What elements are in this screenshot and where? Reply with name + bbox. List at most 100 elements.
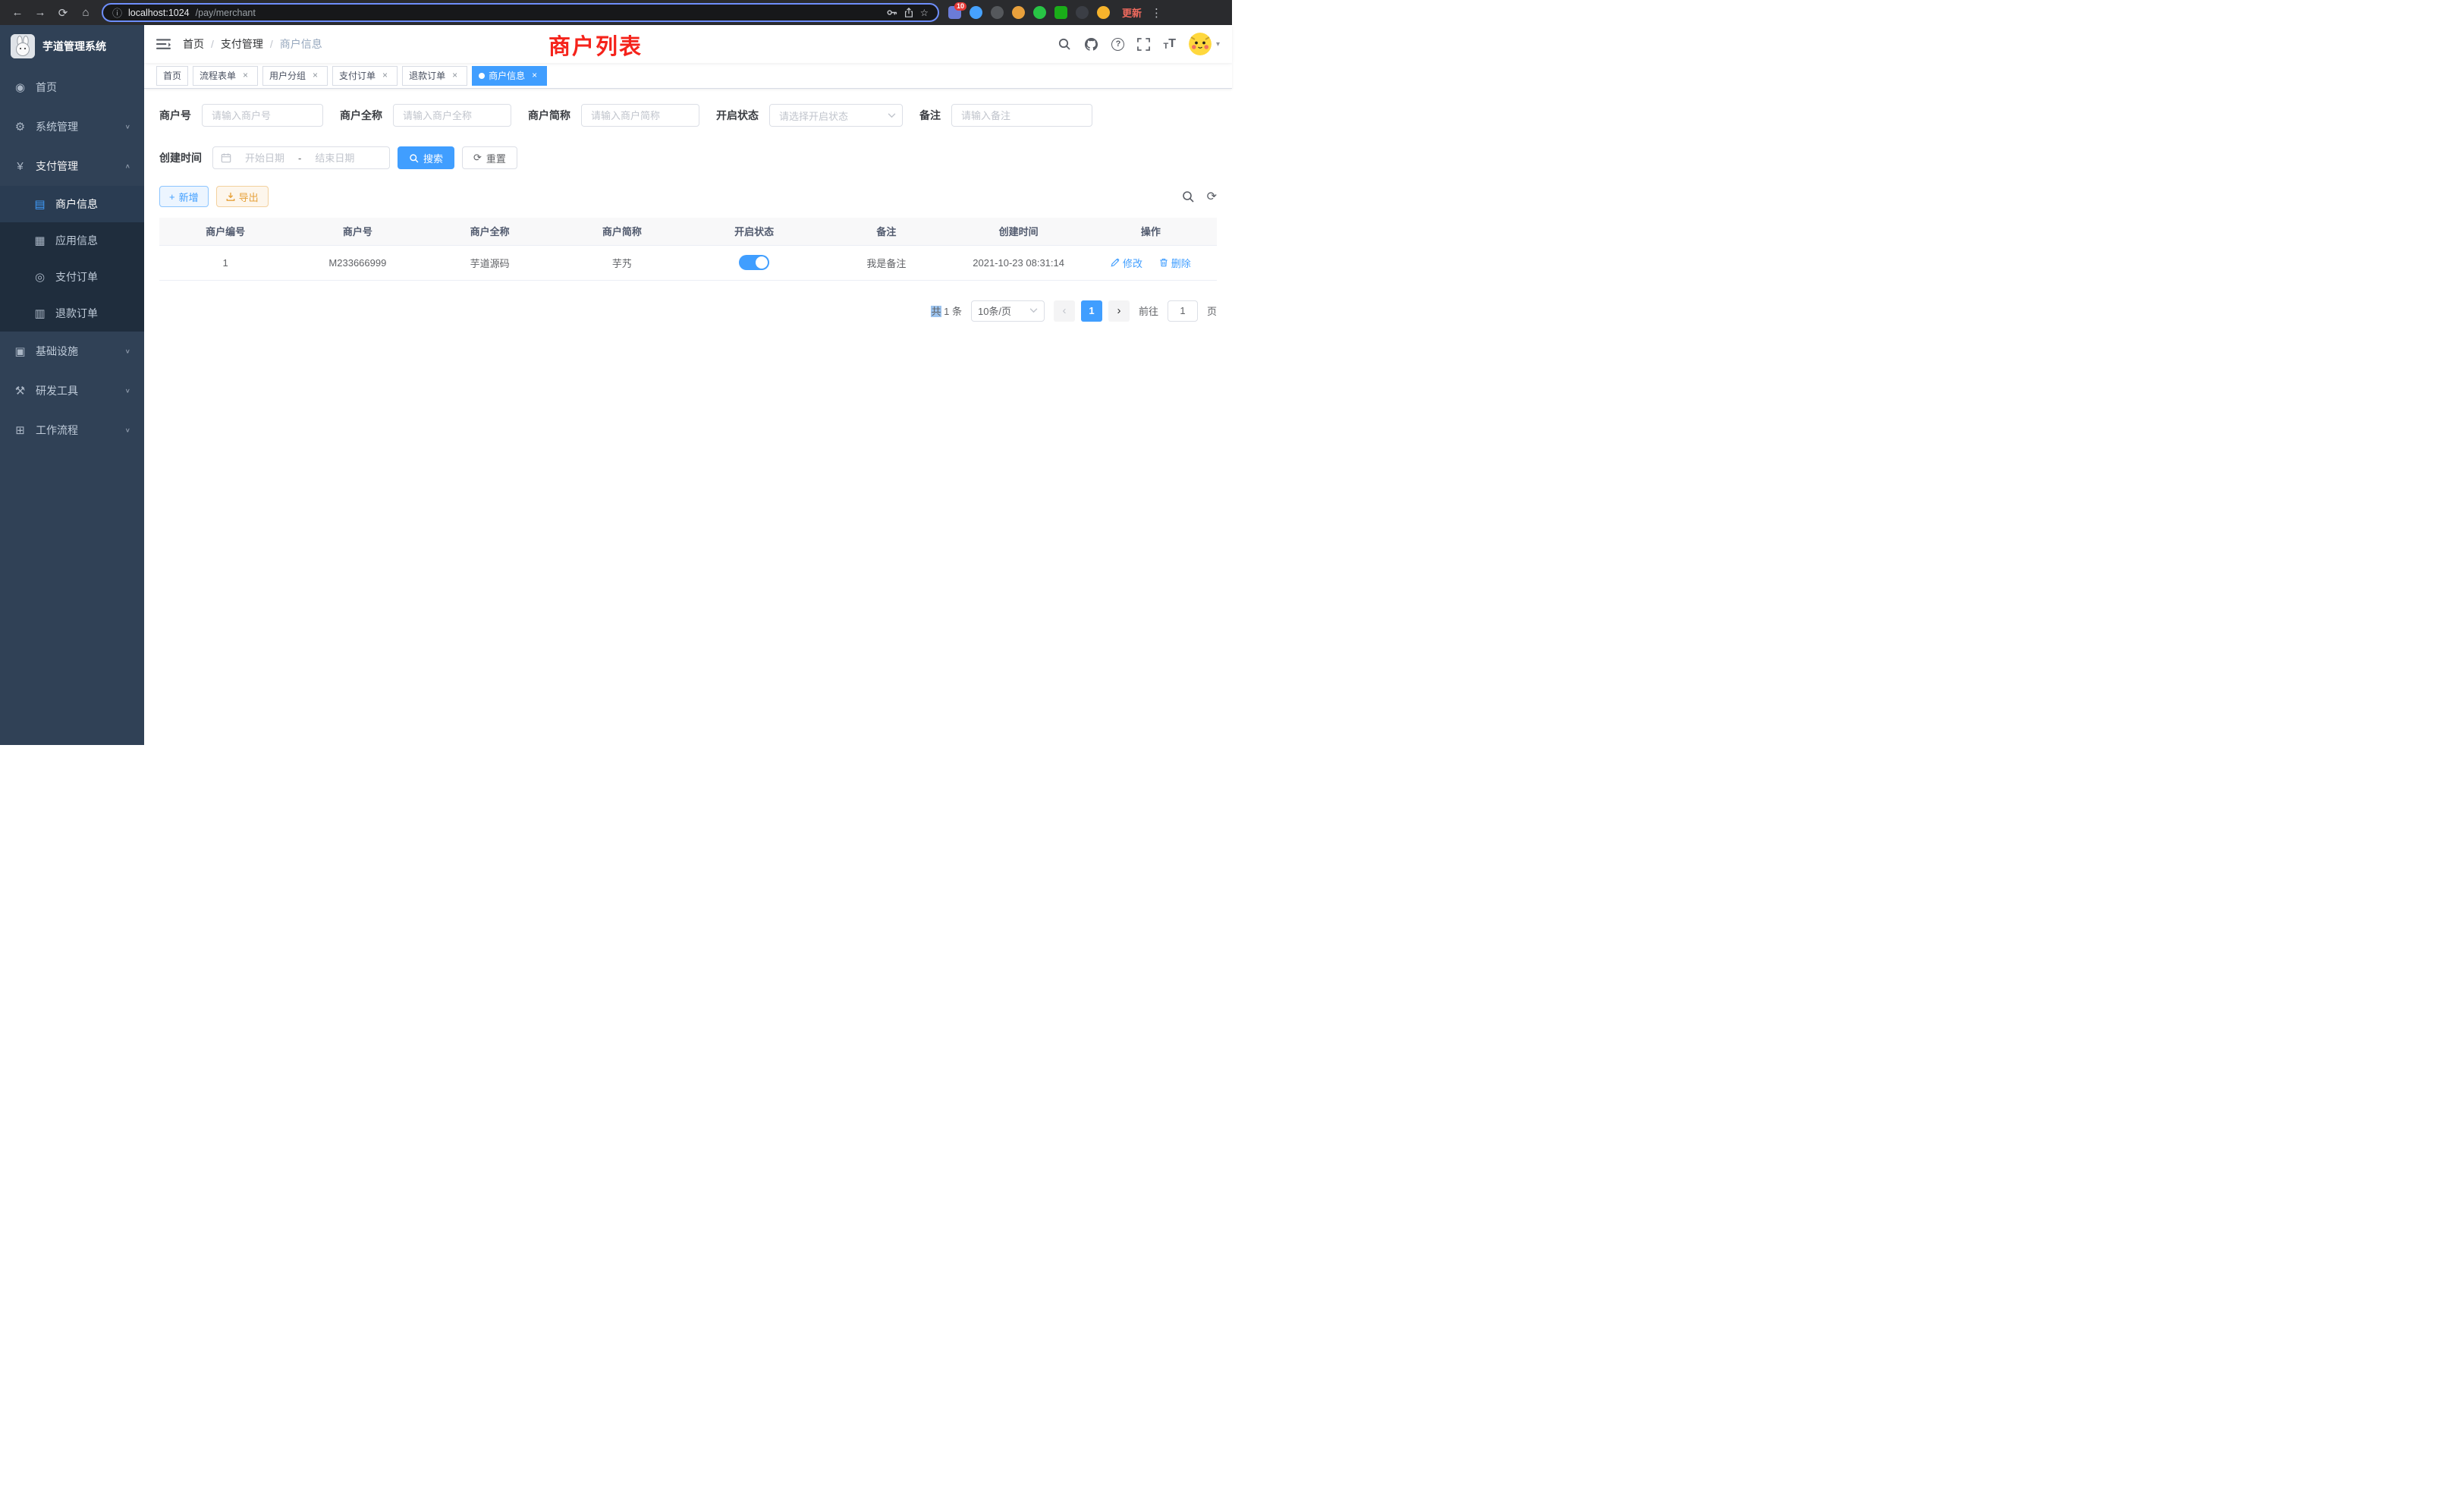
close-icon[interactable]: × [449, 70, 460, 81]
sidebar-item-workflow[interactable]: ⊞ 工作流程 ∨ [0, 410, 144, 450]
sidebar-item-payment[interactable]: ¥ 支付管理 ∧ [0, 146, 144, 186]
sidebar-item-infrastructure[interactable]: ▣ 基础设施 ∨ [0, 332, 144, 371]
refund-icon: ▥ [33, 306, 46, 320]
tab-user-group[interactable]: 用户分组 × [262, 66, 328, 86]
col-create-time: 创建时间 [953, 218, 1085, 245]
cell-merchant-no: M233666999 [291, 245, 423, 280]
field-short-name: 商户简称 [528, 104, 699, 127]
sidebar-item-refund-order[interactable]: ▥ 退款订单 [0, 295, 144, 332]
pagination-total-selected: 共 [931, 306, 941, 317]
page: ← → ⟳ ⌂ ⓘ localhost:1024/pay/merchant ☆ … [0, 0, 1232, 745]
password-key-icon[interactable] [886, 7, 897, 18]
field-label: 创建时间 [159, 150, 202, 165]
browser-reload-icon[interactable]: ⟳ [52, 2, 74, 24]
search-icon[interactable] [1058, 37, 1071, 51]
chevron-up-icon: ∧ [125, 163, 130, 170]
user-avatar-menu[interactable]: ▾ [1189, 33, 1220, 55]
sidebar-item-pay-order[interactable]: ◎ 支付订单 [0, 259, 144, 295]
page-unit-label: 页 [1207, 303, 1217, 318]
export-button[interactable]: 导出 [216, 186, 269, 207]
extension-icon[interactable] [1054, 6, 1067, 19]
tags-view: 首页 流程表单 × 用户分组 × 支付订单 × 退款订单 × [144, 63, 1232, 89]
browser-forward-icon[interactable]: → [29, 2, 52, 24]
tab-pay-order[interactable]: 支付订单 × [332, 66, 398, 86]
navbar-right: ? TT ▾ [1058, 33, 1220, 55]
extension-icon[interactable]: 10 [948, 6, 961, 19]
active-dot [479, 73, 485, 79]
tab-merchant-info[interactable]: 商户信息 × [472, 66, 547, 86]
start-date-input[interactable] [236, 152, 294, 164]
extension-icon[interactable] [1076, 6, 1089, 19]
delete-link[interactable]: 删除 [1159, 256, 1191, 270]
browser-menu-icon[interactable]: ⋮ [1148, 6, 1165, 20]
sidebar-item-label: 退款订单 [55, 306, 130, 321]
pagination: 共 1 条 10条/页 ‹ 1 › 前往 页 [159, 300, 1217, 322]
prev-page-button[interactable]: ‹ [1054, 300, 1075, 322]
fullscreen-icon[interactable] [1137, 38, 1150, 51]
delete-link-label: 删除 [1171, 256, 1191, 270]
pagination-total-rest: 1 条 [941, 306, 962, 317]
edit-link-label: 修改 [1123, 256, 1142, 270]
tab-refund-order[interactable]: 退款订单 × [402, 66, 467, 86]
close-icon[interactable]: × [310, 70, 321, 81]
extension-icon[interactable] [970, 6, 982, 19]
hamburger-icon[interactable] [156, 38, 171, 50]
browser-home-icon[interactable]: ⌂ [74, 2, 97, 24]
cell-status [688, 245, 820, 280]
col-status: 开启状态 [688, 218, 820, 245]
close-icon[interactable]: × [240, 70, 251, 81]
goto-page-input[interactable] [1168, 300, 1198, 322]
breadcrumb-home[interactable]: 首页 [183, 36, 204, 52]
page-size-select[interactable]: 10条/页 [971, 300, 1045, 322]
toggle-search-icon[interactable] [1181, 190, 1195, 203]
reset-button[interactable]: ⟳ 重置 [462, 146, 517, 169]
app: 芋道管理系统 ◉ 首页 ⚙ 系统管理 ∨ ¥ 支付管理 ∧ ▤ 商户信息 [0, 25, 1232, 745]
bookmark-star-icon[interactable]: ☆ [920, 7, 929, 18]
create-time-range-picker[interactable]: - [212, 146, 390, 169]
status-select[interactable]: 请选择开启状态 [769, 104, 903, 127]
browser-back-icon[interactable]: ← [6, 2, 29, 24]
close-icon[interactable]: × [529, 70, 540, 81]
tools-icon: ⚒ [14, 384, 27, 398]
tab-home[interactable]: 首页 [156, 66, 188, 86]
breadcrumb-payment[interactable]: 支付管理 [221, 36, 263, 52]
extension-icon[interactable] [991, 6, 1004, 19]
main-area: 首页 / 支付管理 / 商户信息 商户列表 ? [144, 25, 1232, 745]
sidebar-item-label: 商户信息 [55, 196, 130, 212]
extension-icon[interactable] [1033, 6, 1046, 19]
sidebar-item-dev-tools[interactable]: ⚒ 研发工具 ∨ [0, 371, 144, 410]
extension-icon[interactable] [1012, 6, 1025, 19]
next-page-button[interactable]: › [1108, 300, 1130, 322]
sidebar-item-label: 首页 [36, 80, 130, 95]
font-size-icon[interactable]: TT [1163, 37, 1176, 51]
sidebar-logo[interactable]: 芋道管理系统 [0, 25, 144, 68]
sidebar-item-home[interactable]: ◉ 首页 [0, 68, 144, 107]
close-icon[interactable]: × [379, 70, 391, 81]
caret-down-icon: ▾ [1216, 40, 1220, 49]
tab-process-form[interactable]: 流程表单 × [193, 66, 258, 86]
sidebar-item-merchant-info[interactable]: ▤ 商户信息 [0, 186, 144, 222]
github-icon[interactable] [1084, 37, 1098, 52]
share-icon[interactable] [904, 7, 914, 18]
address-bar[interactable]: ⓘ localhost:1024/pay/merchant ☆ [102, 3, 939, 22]
remark-input[interactable] [951, 104, 1092, 127]
sidebar: 芋道管理系统 ◉ 首页 ⚙ 系统管理 ∨ ¥ 支付管理 ∧ ▤ 商户信息 [0, 25, 144, 745]
short-name-input[interactable] [581, 104, 699, 127]
browser-profile-avatar[interactable] [1097, 6, 1110, 19]
refresh-table-icon[interactable]: ⟳ [1207, 189, 1217, 204]
sidebar-item-app-info[interactable]: ▦ 应用信息 [0, 222, 144, 259]
full-name-input[interactable] [393, 104, 511, 127]
help-icon[interactable]: ? [1111, 38, 1124, 51]
sidebar-item-system[interactable]: ⚙ 系统管理 ∨ [0, 107, 144, 146]
field-full-name: 商户全称 [340, 104, 511, 127]
end-date-input[interactable] [306, 152, 363, 164]
edit-link[interactable]: 修改 [1111, 256, 1142, 270]
status-toggle[interactable] [739, 255, 769, 270]
breadcrumb-separator: / [270, 38, 273, 50]
search-button[interactable]: 搜索 [398, 146, 454, 169]
site-info-icon[interactable]: ⓘ [112, 5, 122, 20]
browser-update-button[interactable]: 更新 [1122, 5, 1142, 20]
add-button[interactable]: + 新增 [159, 186, 209, 207]
merchant-no-input[interactable] [202, 104, 323, 127]
page-1-button[interactable]: 1 [1081, 300, 1102, 322]
